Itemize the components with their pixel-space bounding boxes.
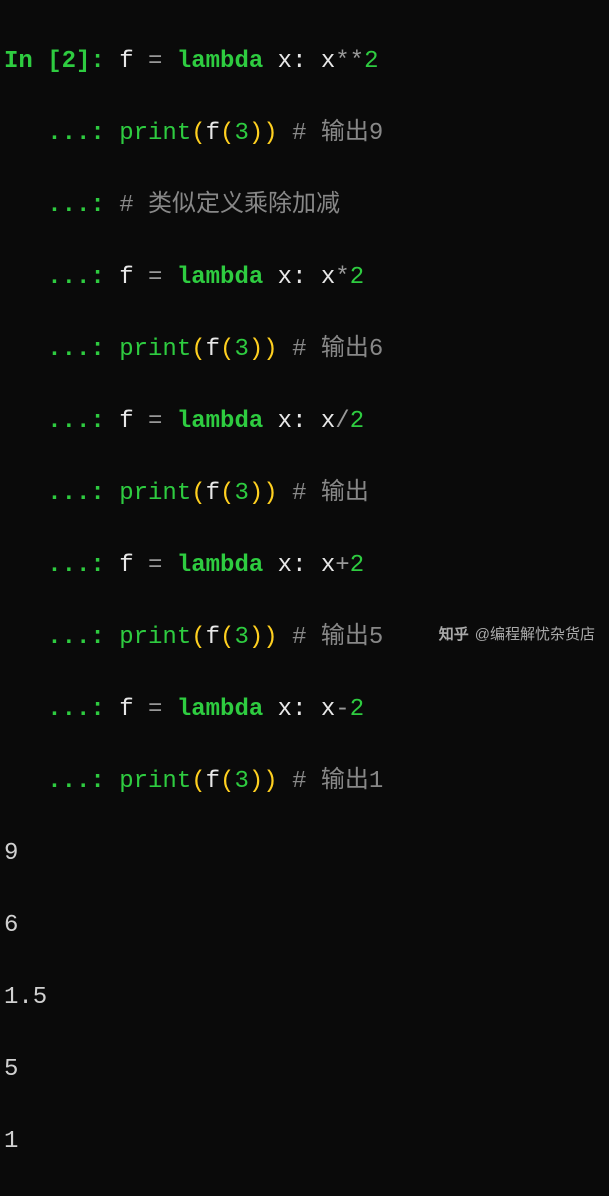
code-line-2: ...: print(f(3)) # 输出9 [4, 116, 605, 152]
code-line-8: ...: f = lambda x: x+2 [4, 548, 605, 584]
code-line-3: ...: # 类似定义乘除加减 [4, 188, 605, 224]
output-line: 6 [4, 908, 605, 944]
output-line: 5 [4, 1052, 605, 1088]
code-line-11: ...: print(f(3)) # 输出1 [4, 764, 605, 800]
code-line-1: In [2]: f = lambda x: x**2 [4, 44, 605, 80]
prompt-in: In [2]: [4, 48, 119, 75]
code-line-5: ...: print(f(3)) # 输出6 [4, 332, 605, 368]
zhihu-logo-icon: 知乎 [439, 624, 469, 647]
terminal-code-block: In [2]: f = lambda x: x**2 ...: print(f(… [4, 8, 605, 1196]
output-line: 1 [4, 1124, 605, 1160]
output-line: 1.5 [4, 980, 605, 1016]
code-line-10: ...: f = lambda x: x-2 [4, 692, 605, 728]
watermark-text: @编程解忧杂货店 [475, 624, 595, 647]
code-line-7: ...: print(f(3)) # 输出 [4, 476, 605, 512]
code-line-6: ...: f = lambda x: x/2 [4, 404, 605, 440]
code-line-4: ...: f = lambda x: x*2 [4, 260, 605, 296]
output-line: 9 [4, 836, 605, 872]
prompt-cont: ...: [4, 120, 119, 147]
watermark: 知乎 @编程解忧杂货店 [439, 624, 595, 647]
